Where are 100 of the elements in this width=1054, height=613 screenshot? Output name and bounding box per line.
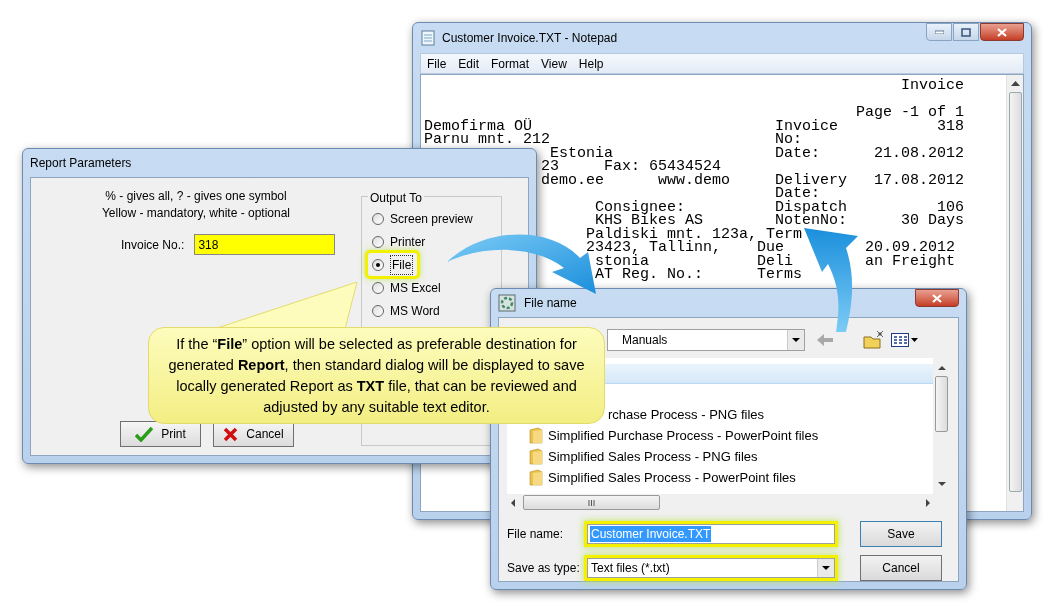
caret-icon xyxy=(911,338,918,342)
text-line: www.demo xyxy=(658,173,730,187)
radio-option[interactable]: File xyxy=(368,253,418,276)
field-label: Invoice No.: xyxy=(121,236,185,254)
scroll-left-icon xyxy=(511,498,515,507)
folder-icon xyxy=(529,427,543,444)
menu-item[interactable]: Edit xyxy=(458,54,480,73)
text-line: 17.08.2012 xyxy=(874,173,964,187)
field-value: Text files (*.txt) xyxy=(591,560,671,577)
scroll-right-icon xyxy=(926,498,930,507)
text-line: Due xyxy=(757,241,784,255)
text-line: Fax: 65434524 xyxy=(604,160,722,174)
text-line: Parnu mnt. 212 xyxy=(424,133,551,147)
restore-icon xyxy=(961,27,971,37)
caret-icon xyxy=(822,566,830,570)
cross-icon xyxy=(223,426,239,442)
text-line: NotenNo: xyxy=(775,214,847,228)
field-label: File name: xyxy=(507,526,565,543)
folder-icon xyxy=(529,469,543,486)
close-button[interactable] xyxy=(915,289,959,307)
radio-button[interactable] xyxy=(372,258,384,271)
text-line: Invoice xyxy=(901,79,964,93)
notepad-icon xyxy=(420,30,436,46)
text-line: 318 xyxy=(937,119,964,133)
scroll-thumb[interactable] xyxy=(523,495,660,510)
checkmark-icon xyxy=(135,426,154,442)
close-icon xyxy=(997,27,1007,37)
scroll-up-icon xyxy=(937,366,946,370)
text-line: No: xyxy=(775,133,802,147)
folder-item[interactable]: Simplified Purchase Process - PowerPoint files xyxy=(548,425,819,446)
text-line: Consignee: xyxy=(595,200,685,214)
print-button[interactable]: Print xyxy=(120,421,201,447)
radio-option[interactable]: MS Word xyxy=(368,299,444,322)
scroll-thumb[interactable] xyxy=(1008,92,1022,492)
close-button[interactable] xyxy=(980,23,1024,41)
text-line: 23 xyxy=(541,160,559,174)
hint-text: Yellow - mandatory, white - optional xyxy=(101,205,291,222)
text-line: Dispatch xyxy=(775,200,847,214)
text-line: Page -1 of 1 xyxy=(856,106,965,120)
cancel-button[interactable]: Cancel xyxy=(860,555,942,581)
text-line: Date: xyxy=(775,146,820,160)
text-line: 106 xyxy=(937,200,964,214)
radio-button[interactable] xyxy=(372,235,384,248)
new-folder-icon[interactable] xyxy=(863,331,885,349)
menu-item[interactable]: Format xyxy=(491,54,530,73)
radio-button[interactable] xyxy=(372,304,384,317)
text-line: 20.09.2012 xyxy=(865,241,955,255)
file-type-dropdown[interactable]: Text files (*.txt) xyxy=(587,558,835,578)
maximize-button[interactable] xyxy=(953,23,979,41)
field-value: Customer Invoice.TXT xyxy=(590,526,712,542)
vertical-scrollbar[interactable] xyxy=(1006,75,1023,511)
text-line: AT Reg. No.: xyxy=(595,268,704,282)
minimize-button[interactable] xyxy=(926,23,952,41)
callout-text: If the “File” option will be selected as preferable destination for generated Report, then standard dialog will be displayed to save locally generated Report as TXT file, that can be reviewed and adjusted by any suitable text editor. xyxy=(167,334,586,417)
scroll-down-icon xyxy=(937,482,946,486)
folder-name: Manuals xyxy=(622,332,669,349)
text-line: 30 Days xyxy=(901,214,964,228)
folder-icon xyxy=(529,448,543,465)
minimize-icon xyxy=(934,30,944,34)
radio-option[interactable]: Printer xyxy=(368,230,430,253)
radio-button[interactable] xyxy=(372,281,384,294)
text-line: Date: xyxy=(775,187,820,201)
caret-icon xyxy=(792,338,800,342)
radio-option[interactable]: Screen preview xyxy=(368,207,477,230)
view-menu-button[interactable] xyxy=(891,333,918,347)
window-title: Customer Invoice.TXT - Notepad xyxy=(442,30,619,47)
grip-icon xyxy=(588,499,595,506)
invoice-number-field[interactable]: 318 xyxy=(194,234,336,255)
folder-item[interactable]: rchase Process - PNG files xyxy=(608,404,765,425)
text-line: stonia xyxy=(595,254,649,268)
text-line: Invoice xyxy=(775,119,838,133)
scroll-up-icon xyxy=(1010,81,1020,86)
text-line: Estonia xyxy=(550,146,613,160)
folder-dropdown[interactable]: Manuals xyxy=(607,329,805,351)
view-grid-icon xyxy=(891,333,909,347)
text-line: Delivery xyxy=(775,173,847,187)
text-line: Terms xyxy=(757,268,802,282)
save-button[interactable]: Save xyxy=(860,521,942,547)
text-line: Deli xyxy=(757,254,793,268)
scroll-thumb[interactable] xyxy=(935,376,948,432)
radio-button[interactable] xyxy=(372,212,384,225)
field-label: Save as type: xyxy=(507,560,581,577)
close-icon xyxy=(932,293,942,303)
folder-item[interactable]: Simplified Sales Process - PNG files xyxy=(548,446,758,467)
menu-item[interactable]: File xyxy=(427,54,447,73)
text-line: 21.08.2012 xyxy=(874,146,964,160)
text-line: Demofirma OÜ xyxy=(424,119,533,133)
radio-option[interactable]: MS Excel xyxy=(368,276,445,299)
text-line: Paldiski mnt. 123a, Term xyxy=(586,227,803,241)
text-line: an Freight xyxy=(865,254,955,268)
window-title: Report Parameters xyxy=(30,155,132,172)
menu-item[interactable]: View xyxy=(541,54,567,73)
window-title: File name xyxy=(524,295,578,312)
hint-text: % - gives all, ? - gives one symbol xyxy=(105,188,287,205)
text-line: 23423, Tallinn, xyxy=(586,241,722,255)
text-line: demo.ee xyxy=(541,173,604,187)
app-icon xyxy=(498,294,516,312)
menu-item[interactable]: Help xyxy=(578,54,604,73)
folder-item[interactable]: Simplified Sales Process - PowerPoint files xyxy=(548,467,796,488)
text-line: KHS Bikes AS xyxy=(595,214,704,228)
